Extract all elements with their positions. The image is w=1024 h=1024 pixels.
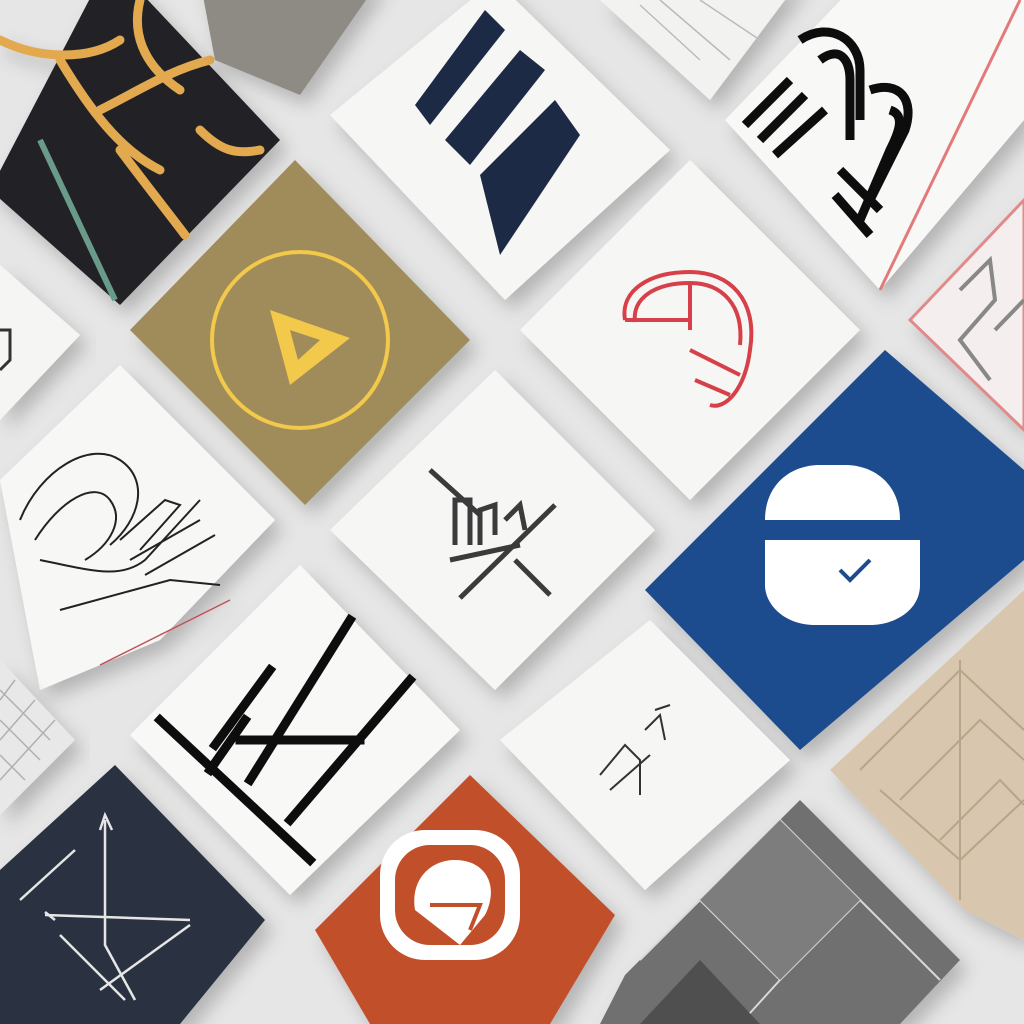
orange-badge-icon bbox=[380, 830, 520, 960]
collage-canvas bbox=[0, 0, 1024, 1024]
logo-card-collage bbox=[0, 0, 1024, 1024]
